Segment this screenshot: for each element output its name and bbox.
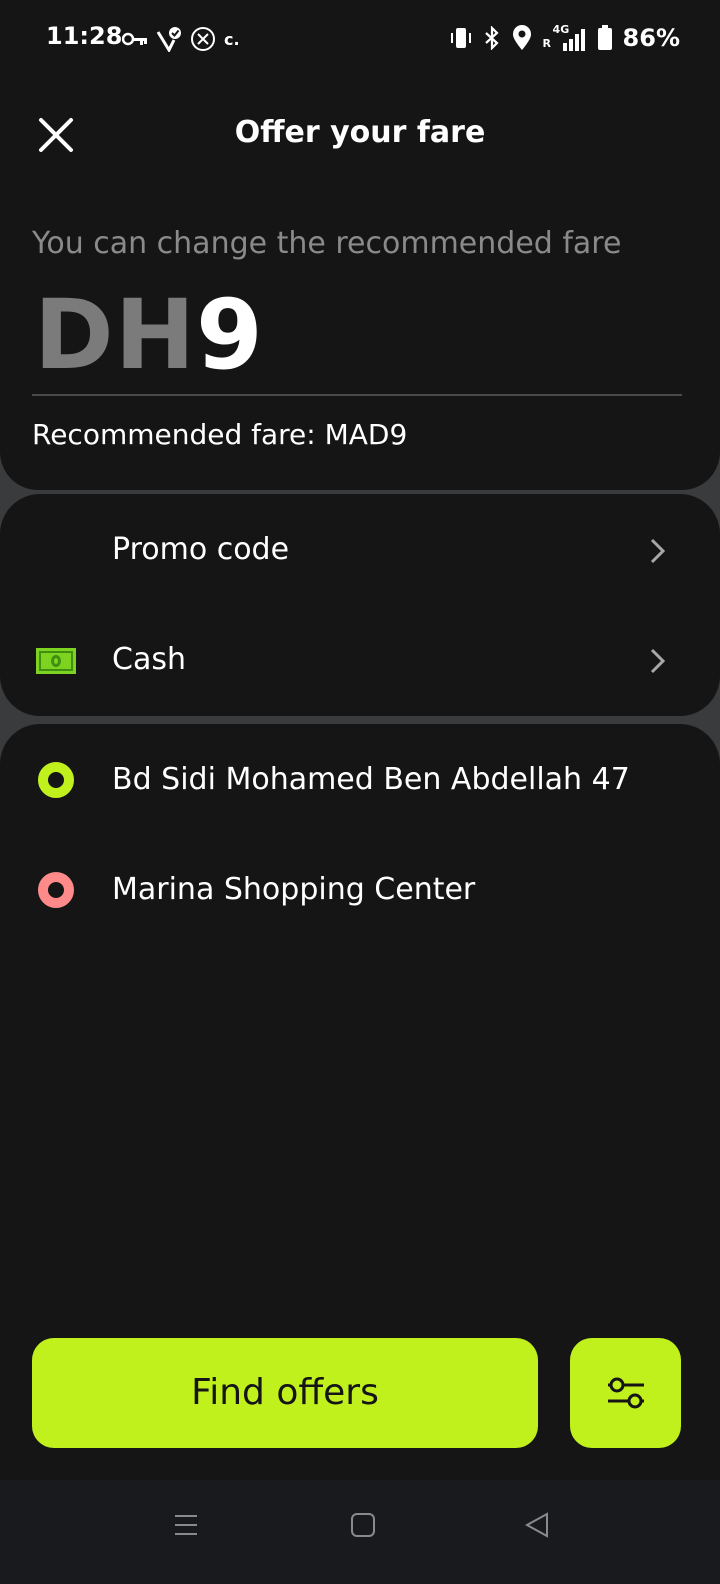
pickup-row[interactable]: Bd Sidi Mohamed Ben Abdellah 47	[0, 742, 720, 822]
x-app-icon	[191, 27, 215, 51]
status-system-icons: 4G R 86%	[449, 23, 680, 52]
bluetooth-icon	[484, 26, 499, 50]
fare-amount: 9	[196, 279, 264, 391]
payment-options-card: Promo code Cash	[0, 494, 720, 716]
promo-code-label: Promo code	[112, 532, 290, 567]
check-shield-icon	[156, 27, 181, 52]
payment-method-row[interactable]: Cash	[0, 612, 720, 712]
fare-currency: DH	[34, 279, 197, 391]
home-icon[interactable]	[350, 1512, 376, 1538]
roaming-label: R	[542, 37, 552, 50]
fare-input[interactable]: DH9	[34, 280, 264, 390]
recommended-fare: Recommended fare: MAD9	[32, 418, 408, 451]
battery-percent: 86%	[622, 24, 680, 52]
battery-icon	[597, 25, 612, 50]
destination-address: Marina Shopping Center	[112, 872, 476, 907]
pickup-address: Bd Sidi Mohamed Ben Abdellah 47	[112, 762, 630, 797]
find-offers-button[interactable]: Find offers	[32, 1338, 538, 1448]
system-nav-bar	[0, 1480, 720, 1584]
destination-row[interactable]: Marina Shopping Center	[0, 852, 720, 932]
key-icon	[122, 32, 147, 46]
cash-label: Cash	[112, 642, 186, 677]
status-notification-icons: c.	[122, 26, 240, 52]
status-bar: 11:28 c. 4G R 86%	[0, 0, 720, 80]
status-time: 11:28	[46, 22, 123, 50]
location-icon	[512, 25, 531, 50]
sliders-icon	[608, 1377, 644, 1409]
back-icon[interactable]	[524, 1512, 550, 1538]
menu-icon[interactable]	[173, 1512, 199, 1538]
destination-dot-icon	[38, 872, 74, 908]
chevron-right-icon	[650, 538, 666, 564]
vibrate-icon	[450, 28, 471, 48]
pickup-dot-icon	[38, 762, 74, 798]
c-dot-icon: c.	[224, 29, 240, 49]
promo-code-row[interactable]: Promo code	[0, 502, 720, 602]
signal-4g-icon: 4G R	[542, 23, 587, 51]
page-title: Offer your fare	[234, 115, 486, 150]
cash-icon	[36, 648, 76, 674]
filter-button[interactable]	[570, 1338, 681, 1448]
fare-divider	[32, 394, 682, 396]
chevron-right-icon	[650, 648, 666, 674]
fare-hint: You can change the recommended fare	[32, 226, 622, 261]
